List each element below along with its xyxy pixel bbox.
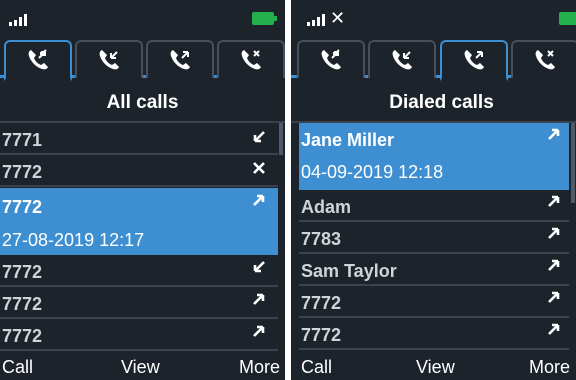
call-row[interactable]: 7772 (0, 319, 278, 351)
tab-missed-calls[interactable] (217, 40, 285, 78)
status-bar: ✕ (291, 0, 576, 36)
call-row[interactable]: 7771 (0, 123, 278, 155)
outgoing-arrow-icon (548, 323, 560, 335)
view-softkey[interactable]: View (121, 358, 160, 376)
call-row-selected[interactable]: Jane Miller 04-09-2019 12:18 (299, 123, 569, 190)
missed-calls-icon (241, 50, 261, 70)
battery-icon (559, 12, 576, 25)
call-type-tabs (0, 40, 285, 81)
outgoing-arrow-icon (253, 325, 265, 337)
status-bar (0, 0, 285, 36)
call-row[interactable]: Adam (299, 190, 569, 222)
more-softkey[interactable]: More (239, 358, 280, 376)
list-title: All calls (106, 92, 179, 113)
dialed-calls-screen: ✕ Dialed calls Jane Miller 04-09-2019 12… (291, 0, 576, 380)
call-row-label: 7772 (301, 325, 342, 345)
all-calls-screen: All calls 7771 7772 7772 27-08-2019 12:1… (0, 0, 285, 380)
scrollbar[interactable] (279, 123, 283, 155)
tab-dialed-calls[interactable] (146, 40, 214, 78)
call-row[interactable]: 7772 (0, 287, 278, 319)
softkey-bar: Call View More (0, 354, 285, 380)
tab-all-calls[interactable] (4, 40, 72, 81)
missed-x-icon (253, 162, 265, 174)
received-calls-icon (392, 50, 412, 70)
dialed-calls-icon (464, 50, 484, 70)
softkey-bar: Call View More (299, 354, 576, 380)
call-row-label: Adam (301, 197, 352, 217)
call-row-label: 7772 (2, 326, 43, 346)
outgoing-arrow-icon (548, 128, 560, 140)
tab-received-calls[interactable] (368, 40, 436, 78)
call-row-label: 7772 (301, 293, 342, 313)
call-row[interactable]: 7772 (299, 286, 569, 318)
view-softkey[interactable]: View (416, 358, 455, 376)
mute-icon: ✕ (330, 8, 346, 28)
call-softkey[interactable]: Call (301, 358, 332, 376)
call-softkey[interactable]: Call (2, 358, 33, 376)
incoming-arrow-icon (253, 261, 265, 273)
outgoing-arrow-icon (548, 227, 560, 239)
call-row[interactable]: Sam Taylor (299, 254, 569, 286)
call-row[interactable]: 7772 (0, 255, 278, 287)
scrollbar[interactable] (571, 123, 575, 203)
outgoing-arrow-icon (253, 194, 265, 206)
incoming-arrow-icon (253, 131, 265, 143)
call-row-label: 7772 (2, 162, 43, 182)
call-type-tabs (291, 40, 576, 81)
call-row-label: 7772 (2, 197, 43, 217)
tab-all-calls[interactable] (297, 40, 365, 78)
call-row-label: Sam Taylor (301, 261, 397, 281)
call-datetime: 27-08-2019 12:17 (2, 230, 145, 250)
call-row[interactable]: 7772 (299, 318, 569, 350)
outgoing-arrow-icon (548, 195, 560, 207)
more-softkey[interactable]: More (529, 358, 570, 376)
outgoing-arrow-icon (253, 293, 265, 305)
all-calls-icon (28, 49, 48, 70)
call-row-label: Jane Miller (301, 130, 395, 150)
dialed-calls-icon (170, 50, 190, 70)
call-row[interactable]: 7783 (299, 222, 569, 254)
outgoing-arrow-icon (548, 291, 560, 303)
call-row[interactable]: 7772 (0, 155, 278, 187)
list-title: Dialed calls (389, 92, 494, 113)
call-datetime: 04-09-2019 12:18 (301, 162, 444, 182)
received-calls-icon (99, 50, 119, 70)
all-calls-icon (321, 49, 341, 70)
call-row-label: 7772 (2, 294, 43, 314)
battery-icon (252, 12, 277, 25)
call-row-label: 7771 (2, 130, 43, 150)
tab-dialed-calls[interactable] (440, 40, 508, 81)
call-row-label: 7783 (301, 229, 342, 249)
call-row-label: 7772 (2, 262, 43, 282)
call-row-selected[interactable]: 7772 27-08-2019 12:17 (0, 188, 278, 255)
missed-calls-icon (535, 50, 555, 70)
tab-missed-calls[interactable] (511, 40, 576, 78)
tab-received-calls[interactable] (75, 40, 143, 78)
outgoing-arrow-icon (548, 259, 560, 271)
